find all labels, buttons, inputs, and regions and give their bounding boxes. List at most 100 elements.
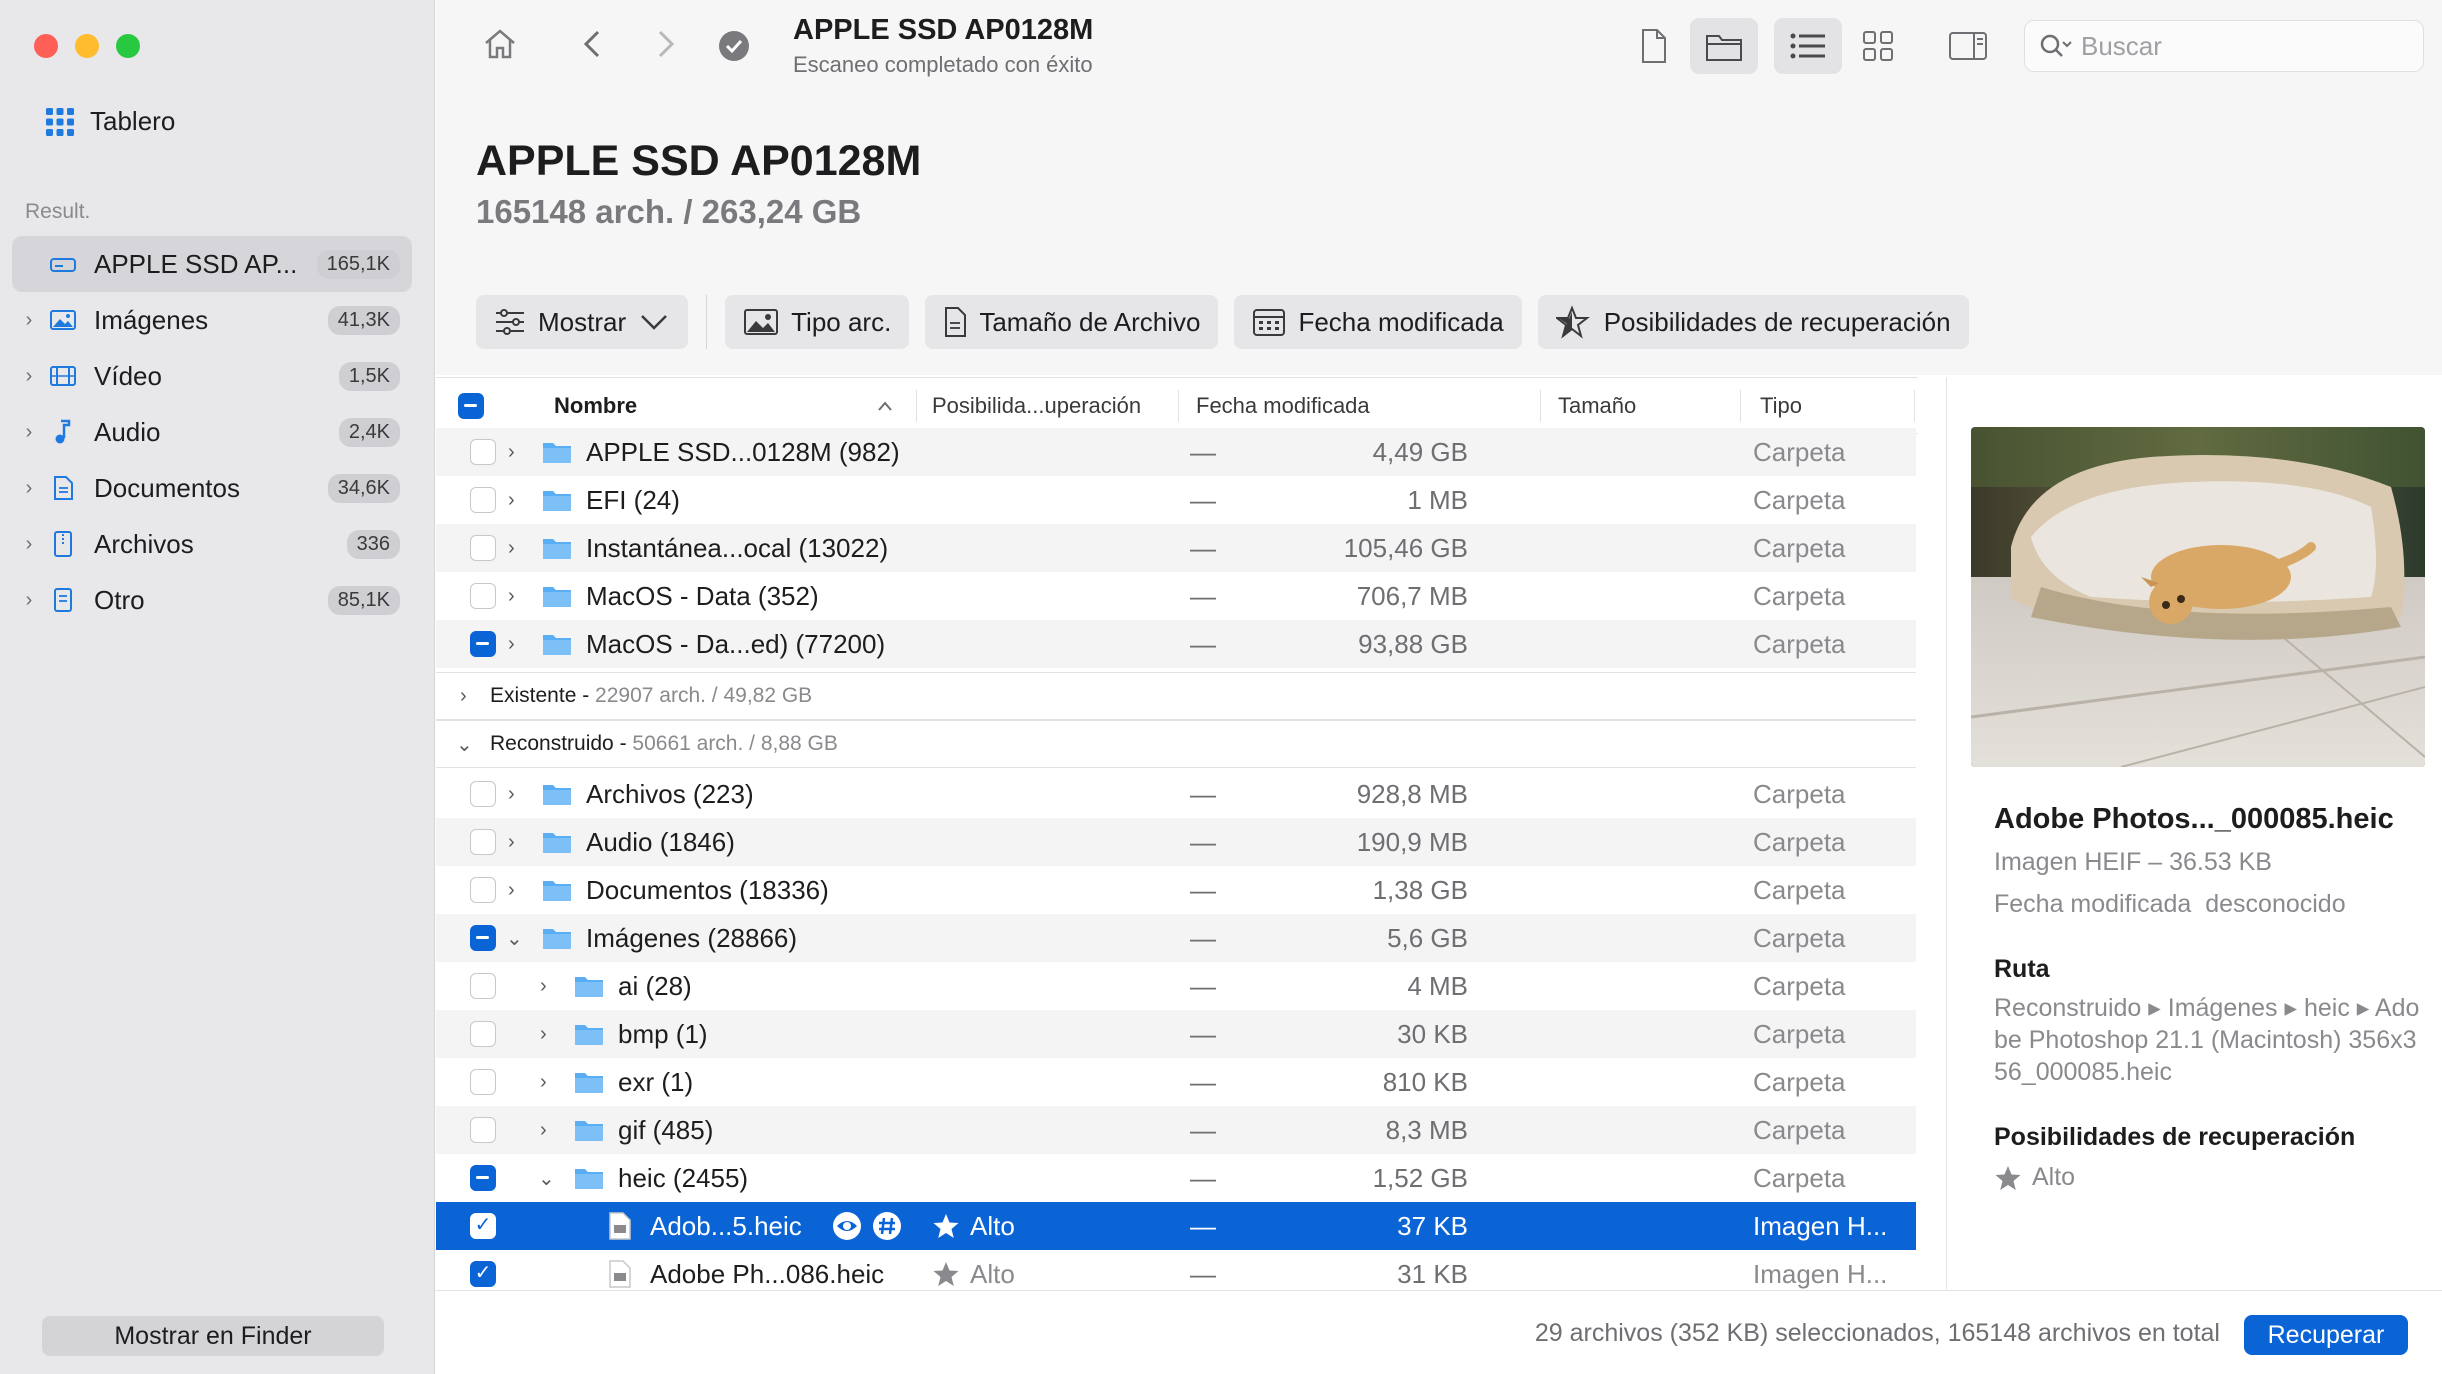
row-checkbox[interactable] bbox=[470, 829, 496, 855]
table-row[interactable]: › Instantánea...ocal (13022) — 105,46 GB… bbox=[436, 524, 1916, 572]
table-row[interactable]: › ai (28) — 4 MB Carpeta bbox=[436, 962, 1916, 1010]
chevron-down-icon[interactable]: ⌄ bbox=[456, 732, 473, 757]
music-note-icon bbox=[46, 419, 80, 445]
recover-button[interactable]: Recuperar bbox=[2244, 1315, 2408, 1355]
back-icon[interactable] bbox=[574, 24, 614, 69]
chevron-right-icon[interactable]: › bbox=[460, 685, 467, 708]
sidebar-item-drive[interactable]: APPLE SSD AP... 165,1K bbox=[12, 236, 412, 292]
chevron-right-icon[interactable]: › bbox=[540, 1071, 547, 1094]
search-input[interactable] bbox=[2081, 30, 2401, 62]
list-view-button[interactable] bbox=[1774, 18, 1842, 74]
chevron-right-icon[interactable]: › bbox=[508, 831, 515, 854]
select-all-checkbox[interactable] bbox=[458, 393, 484, 419]
chevron-right-icon[interactable]: › bbox=[12, 365, 46, 388]
show-in-finder-button[interactable]: Mostrar en Finder bbox=[42, 1316, 384, 1356]
table-row[interactable]: › MacOS - Data (352) — 706,7 MB Carpeta bbox=[436, 572, 1916, 620]
column-header-type[interactable]: Tipo bbox=[1760, 378, 1802, 434]
row-checkbox[interactable] bbox=[470, 487, 496, 513]
table-row[interactable]: › bmp (1) — 30 KB Carpeta bbox=[436, 1010, 1916, 1058]
modified-date-filter-button[interactable]: Fecha modificada bbox=[1234, 295, 1522, 349]
table-row[interactable]: › EFI (24) — 1 MB Carpeta bbox=[436, 476, 1916, 524]
table-row-selected[interactable]: ✓ Adob...5.heic Alto — 37 KB Imagen H... bbox=[436, 1202, 1916, 1250]
file-type-filter-button[interactable]: Tipo arc. bbox=[725, 295, 910, 349]
chevron-down-icon[interactable]: ⌄ bbox=[538, 1166, 555, 1191]
chevron-right-icon[interactable]: › bbox=[508, 633, 515, 656]
table-row[interactable]: ✓ Adobe Ph...086.heic Alto — 31 KB Image… bbox=[436, 1250, 1916, 1289]
row-checkbox[interactable] bbox=[470, 439, 496, 465]
column-header-name[interactable]: Nombre bbox=[554, 378, 637, 434]
file-size-filter-button[interactable]: Tamaño de Archivo bbox=[925, 295, 1219, 349]
row-checkbox[interactable] bbox=[470, 925, 496, 951]
chevron-right-icon[interactable]: › bbox=[508, 441, 515, 464]
chevron-right-icon[interactable]: › bbox=[12, 533, 46, 556]
chevron-right-icon[interactable]: › bbox=[508, 537, 515, 560]
count-badge: 165,1K bbox=[316, 249, 400, 279]
close-window-button[interactable] bbox=[34, 34, 58, 58]
chevron-right-icon[interactable]: › bbox=[12, 309, 46, 332]
table-row[interactable]: › Audio (1846) — 190,9 MB Carpeta bbox=[436, 818, 1916, 866]
sidebar-item-documents[interactable]: › Documentos 34,6K bbox=[12, 460, 412, 516]
home-icon[interactable] bbox=[480, 24, 520, 69]
chevron-right-icon[interactable]: › bbox=[508, 585, 515, 608]
chevron-down-icon[interactable]: ⌄ bbox=[506, 926, 523, 951]
table-row[interactable]: › gif (485) — 8,3 MB Carpeta bbox=[436, 1106, 1916, 1154]
chevron-right-icon[interactable]: › bbox=[12, 477, 46, 500]
table-row[interactable]: › Archivos (223) — 928,8 MB Carpeta bbox=[436, 770, 1916, 818]
chevron-right-icon[interactable]: › bbox=[508, 489, 515, 512]
table-row[interactable]: › APPLE SSD...0128M (982) — 4,49 GB Carp… bbox=[436, 428, 1916, 476]
zoom-window-button[interactable] bbox=[116, 34, 140, 58]
sidebar-item-dashboard[interactable]: Tablero bbox=[46, 106, 175, 137]
chevron-right-icon[interactable]: › bbox=[540, 1119, 547, 1142]
chevron-right-icon[interactable]: › bbox=[540, 1023, 547, 1046]
group-rebuilt[interactable]: ⌄ Reconstruido - 50661 arch. / 8,88 GB bbox=[436, 720, 1916, 768]
forward-icon[interactable] bbox=[644, 24, 684, 69]
sidebar-item-archives[interactable]: › Archivos 336 bbox=[12, 516, 412, 572]
row-checkbox[interactable] bbox=[470, 1069, 496, 1095]
sidebar-item-images[interactable]: › Imágenes 41,3K bbox=[12, 292, 412, 348]
file-type: Carpeta bbox=[1753, 628, 1846, 659]
eye-icon[interactable] bbox=[832, 1211, 862, 1241]
column-header-recovery[interactable]: Posibilida...uperación bbox=[932, 378, 1141, 434]
sort-ascending-icon[interactable] bbox=[876, 378, 894, 434]
table-row[interactable]: › MacOS - Da...ed) (77200) — 93,88 GB Ca… bbox=[436, 620, 1916, 668]
row-checkbox[interactable] bbox=[470, 973, 496, 999]
file-view-button[interactable] bbox=[1620, 18, 1688, 74]
folder-icon bbox=[575, 1121, 603, 1141]
chevron-right-icon[interactable]: › bbox=[508, 879, 515, 902]
row-checkbox[interactable] bbox=[470, 1165, 496, 1191]
row-checkbox[interactable] bbox=[470, 631, 496, 657]
column-header-modified[interactable]: Fecha modificada bbox=[1196, 378, 1370, 434]
chevron-right-icon[interactable]: › bbox=[12, 589, 46, 612]
modified-date: — bbox=[1190, 532, 1216, 563]
preview-panel-toggle[interactable] bbox=[1934, 18, 2002, 74]
column-header-size[interactable]: Tamaño bbox=[1558, 378, 1636, 434]
minimize-window-button[interactable] bbox=[75, 34, 99, 58]
sidebar-item-other[interactable]: › Otro 85,1K bbox=[12, 572, 412, 628]
table-row[interactable]: ⌄ Imágenes (28866) — 5,6 GB Carpeta bbox=[436, 914, 1916, 962]
sidebar-item-video[interactable]: › Vídeo 1,5K bbox=[12, 348, 412, 404]
row-checkbox[interactable] bbox=[470, 1021, 496, 1047]
row-checkbox[interactable] bbox=[470, 535, 496, 561]
file-size: 93,88 GB bbox=[1358, 628, 1468, 659]
table-row[interactable]: ⌄ heic (2455) — 1,52 GB Carpeta bbox=[436, 1154, 1916, 1202]
status-bar: 29 archivos (352 KB) seleccionados, 1651… bbox=[436, 1290, 2442, 1374]
recovery-chances-filter-button[interactable]: Posibilidades de recuperación bbox=[1537, 295, 1969, 349]
row-checkbox[interactable]: ✓ bbox=[470, 1213, 496, 1239]
group-existing[interactable]: › Existente - 22907 arch. / 49,82 GB bbox=[436, 672, 1916, 720]
folder-view-button[interactable] bbox=[1690, 18, 1758, 74]
grid-view-button[interactable] bbox=[1844, 18, 1912, 74]
row-checkbox[interactable] bbox=[470, 781, 496, 807]
table-row[interactable]: › Documentos (18336) — 1,38 GB Carpeta bbox=[436, 866, 1916, 914]
chevron-right-icon[interactable]: › bbox=[12, 421, 46, 444]
hash-icon[interactable] bbox=[872, 1211, 902, 1241]
table-row[interactable]: › exr (1) — 810 KB Carpeta bbox=[436, 1058, 1916, 1106]
row-checkbox[interactable]: ✓ bbox=[470, 1261, 496, 1287]
sidebar-item-audio[interactable]: › Audio 2,4K bbox=[12, 404, 412, 460]
show-filter-button[interactable]: Mostrar bbox=[476, 295, 689, 349]
row-checkbox[interactable] bbox=[470, 877, 496, 903]
search-field[interactable] bbox=[2024, 20, 2424, 72]
row-checkbox[interactable] bbox=[470, 1117, 496, 1143]
chevron-right-icon[interactable]: › bbox=[540, 975, 547, 998]
row-checkbox[interactable] bbox=[470, 583, 496, 609]
chevron-right-icon[interactable]: › bbox=[508, 783, 515, 806]
